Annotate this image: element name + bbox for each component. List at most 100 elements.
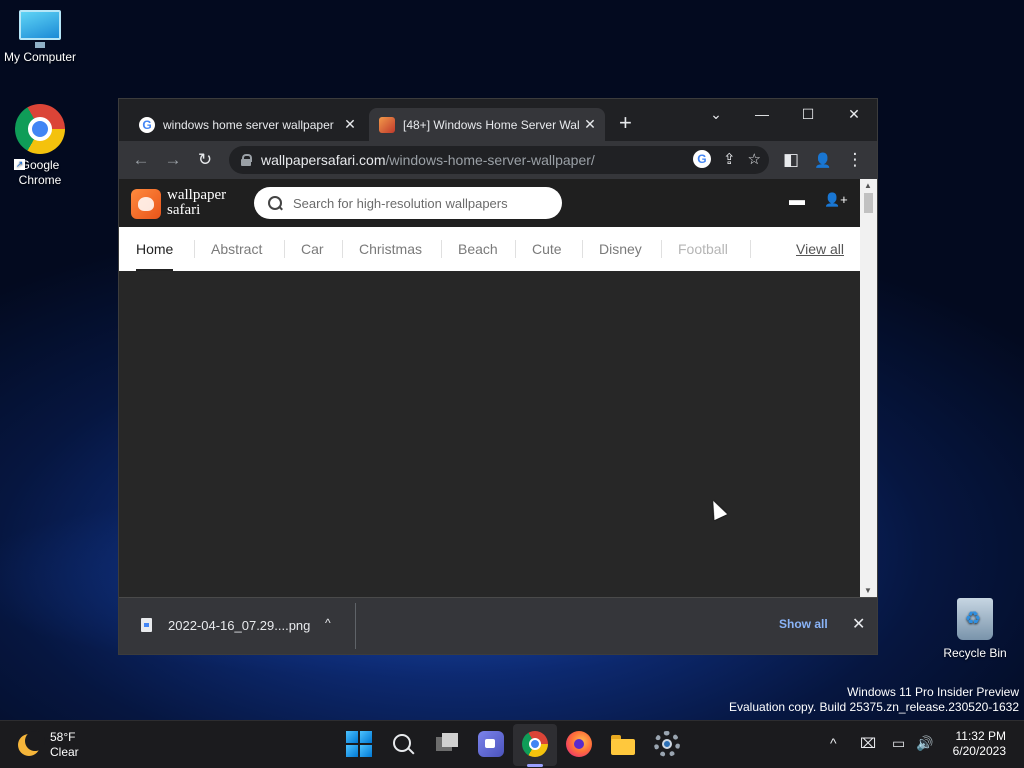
start-button[interactable] (346, 731, 372, 757)
site-search[interactable]: Search for high-resolution wallpapers (254, 187, 562, 219)
site-logo[interactable]: wallpaper safari (167, 188, 226, 218)
file-explorer-icon[interactable] (610, 731, 636, 757)
windows-watermark: Windows 11 Pro Insider Preview Evaluatio… (729, 685, 1019, 715)
search-icon (268, 196, 282, 210)
close-window-button[interactable]: ✕ (831, 103, 877, 129)
nav-divider (582, 240, 583, 258)
scrollbar-thumb[interactable] (864, 193, 873, 213)
network-icon[interactable]: ⌧ (860, 735, 876, 752)
maximize-button[interactable]: ☐ (785, 103, 831, 129)
search-input[interactable]: Search for high-resolution wallpapers (293, 196, 508, 211)
desktop-icon-label: Recycle Bin (943, 646, 1007, 660)
settings-gear-icon[interactable] (654, 731, 680, 757)
collections-icon[interactable]: ▬ (789, 192, 805, 210)
tab-wallpapersafari[interactable]: [48+] Windows Home Server Wallpaper ✕ (369, 108, 605, 141)
google-icon: G (139, 116, 155, 133)
nav-divider (750, 240, 751, 258)
nav-divider (661, 240, 662, 258)
new-tab-button[interactable]: + (619, 112, 632, 134)
desktop-icon-my-computer[interactable]: My Computer (0, 10, 80, 65)
lock-icon[interactable] (241, 154, 252, 166)
logo-line-1: wallpaper (167, 187, 227, 203)
nav-divider (441, 240, 442, 258)
share-icon[interactable]: ⇪ (723, 150, 736, 168)
chrome-icon (15, 104, 65, 154)
download-options-chevron-icon[interactable]: ^ (325, 616, 331, 630)
add-user-icon[interactable]: 👤+ (824, 192, 848, 208)
google-lens-icon[interactable]: G (692, 150, 711, 168)
tab-close-icon[interactable]: ✕ (579, 116, 601, 133)
close-download-bar-icon[interactable]: ✕ (852, 614, 865, 634)
weather-widget[interactable]: 58°F Clear (18, 730, 79, 760)
taskbar-search-icon[interactable] (390, 731, 416, 757)
minimize-button[interactable]: — (739, 103, 785, 129)
clock-time: 11:32 PM (955, 729, 1006, 743)
tab-close-icon[interactable]: ✕ (339, 116, 361, 133)
nav-divider (284, 240, 285, 258)
desktop-icon-recycle-bin[interactable]: Recycle Bin (935, 598, 1015, 661)
download-divider (355, 603, 356, 649)
computer-icon (19, 10, 61, 48)
nav-christmas[interactable]: Christmas (359, 227, 422, 271)
download-bar: 2022-04-16_07.29....png ^ Show all ✕ (119, 597, 877, 654)
nav-divider (515, 240, 516, 258)
nav-divider (342, 240, 343, 258)
nav-home[interactable]: Home (136, 227, 174, 271)
moon-icon (18, 731, 45, 756)
teams-chat-icon[interactable] (478, 731, 504, 757)
weather-desc: Clear (50, 745, 79, 759)
running-indicator (527, 764, 543, 767)
nav-beach[interactable]: Beach (458, 227, 498, 271)
desktop-icon-google-chrome[interactable]: ↗ Google Chrome (0, 104, 80, 188)
reload-button[interactable]: ↻ (193, 149, 217, 171)
volume-icon[interactable]: 🔊 (916, 735, 933, 752)
show-all-button[interactable]: Show all (779, 617, 828, 631)
tab-search-dropdown-icon[interactable]: ⌄ (693, 103, 739, 129)
chrome-menu-icon[interactable]: ⋮ (843, 149, 867, 171)
view-all-link[interactable]: View all (796, 227, 844, 271)
show-hidden-icons-chevron-icon[interactable]: ^ (830, 735, 837, 751)
scroll-up-icon[interactable]: ▲ (864, 181, 872, 190)
recycle-bin-icon (957, 598, 993, 640)
profile-icon[interactable]: 👤 (811, 149, 835, 171)
file-icon (141, 618, 152, 632)
nav-cute[interactable]: Cute (532, 227, 562, 271)
page-content (119, 271, 860, 597)
task-view-icon[interactable] (434, 731, 460, 757)
vertical-scrollbar[interactable]: ▲ ▼ (860, 179, 877, 597)
tab-google-search[interactable]: G windows home server wallpaper ✕ (129, 108, 365, 141)
bookmark-star-icon[interactable]: ☆ (748, 150, 761, 168)
taskbar-chrome-icon[interactable] (522, 731, 548, 757)
taskbar: 58°F Clear ^ ⌧ ▭ 🔊 11:32 PM 6/20/2023 (0, 720, 1024, 768)
download-filename[interactable]: 2022-04-16_07.29....png (168, 618, 310, 633)
watermark-line-2: Evaluation copy. Build 25375.zn_release.… (729, 700, 1019, 714)
nav-divider (194, 240, 195, 258)
tab-strip: G windows home server wallpaper ✕ [48+] … (119, 99, 877, 141)
nav-disney[interactable]: Disney (599, 227, 642, 271)
clock-date: 6/20/2023 (952, 744, 1006, 758)
url-host: wallpapersafari.com (261, 152, 386, 168)
wallpapersafari-icon (379, 116, 395, 133)
windows-logo-icon (346, 731, 358, 743)
tab-title: windows home server wallpaper (163, 117, 334, 132)
browser-toolbar: ← → ↻ wallpapersafari.com/windows-home-s… (119, 141, 877, 179)
nav-football[interactable]: Football (678, 227, 728, 271)
system-clock[interactable]: 11:32 PM 6/20/2023 (953, 729, 1006, 759)
web-page: wallpaper safari Search for high-resolut… (119, 179, 860, 597)
back-button[interactable]: ← (129, 149, 153, 171)
nav-abstract[interactable]: Abstract (211, 227, 262, 271)
weather-temp: 58°F (50, 730, 76, 744)
wallpapersafari-logo-icon[interactable] (131, 189, 161, 219)
nav-car[interactable]: Car (301, 227, 324, 271)
firefox-icon[interactable] (566, 731, 592, 757)
windows-logo-icon (346, 745, 358, 757)
scroll-down-icon[interactable]: ▼ (864, 586, 872, 595)
side-panel-icon[interactable]: ◧ (779, 149, 803, 171)
address-bar[interactable]: wallpapersafari.com/windows-home-server-… (229, 146, 769, 174)
url-path: /windows-home-server-wallpaper/ (385, 152, 595, 168)
display-icon[interactable]: ▭ (892, 735, 905, 752)
forward-button[interactable]: → (161, 149, 185, 171)
desktop-icon-label: My Computer (3, 50, 77, 64)
logo-line-2: safari (167, 202, 201, 218)
site-header: wallpaper safari Search for high-resolut… (119, 179, 860, 227)
